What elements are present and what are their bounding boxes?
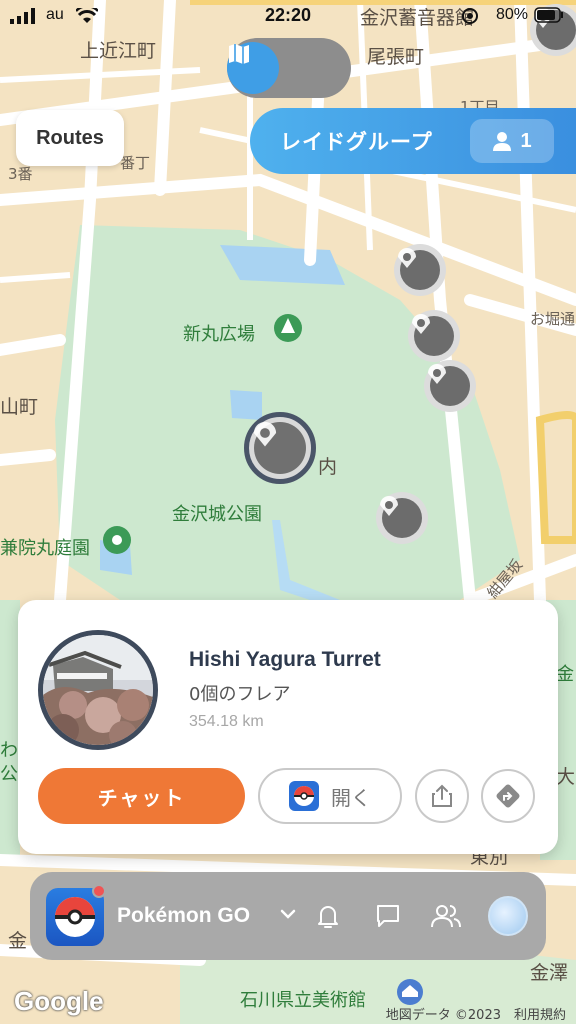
- open-label: 開く: [331, 785, 371, 810]
- map-label: 上近江町: [80, 40, 157, 62]
- gym-icon: [253, 421, 277, 447]
- map-label: 金澤: [530, 962, 569, 984]
- raid-group-button[interactable]: レイドグループ 1: [250, 108, 576, 174]
- person-icon: [493, 132, 512, 151]
- chevron-down-icon[interactable]: [278, 904, 298, 924]
- map-attribution[interactable]: 地図データ ©2023 利用規約: [386, 1004, 566, 1023]
- gym-pin[interactable]: [424, 360, 476, 412]
- gym-pin[interactable]: [408, 310, 460, 362]
- map-label: 金: [556, 664, 574, 685]
- map-icon: [229, 44, 249, 64]
- gym-photo: [38, 630, 158, 750]
- app-screen: 金沢蓄音器館 上近江町 尾張町 1丁目 番丁 3番 新丸広場 お堀通 山町 内 …: [0, 0, 576, 1024]
- gym-distance: 354.18 km: [189, 713, 264, 730]
- gym-icon: [428, 364, 446, 384]
- open-in-game-button[interactable]: 開く: [258, 768, 402, 824]
- map-label: 兼院丸庭園: [0, 538, 90, 559]
- notification-dot: [92, 884, 106, 898]
- location-lock-icon: [462, 8, 478, 24]
- app-name[interactable]: Pokémon GO: [117, 904, 250, 928]
- map-label: 3番: [8, 165, 33, 183]
- map-label: 内: [318, 456, 338, 478]
- flare-count: 0個のフレア: [189, 684, 291, 705]
- gym-pin[interactable]: [376, 492, 428, 544]
- map-view-button[interactable]: [227, 42, 279, 94]
- map-label: 金沢城公園: [172, 504, 262, 525]
- directions-button[interactable]: [481, 769, 535, 823]
- raid-member-count: 1: [470, 119, 554, 163]
- share-icon: [432, 784, 452, 807]
- chat-button[interactable]: チャット: [38, 768, 245, 824]
- messages-button[interactable]: [372, 900, 404, 932]
- map-label: 金: [8, 930, 28, 952]
- battery-icon: [534, 7, 563, 23]
- turret-photo: [43, 635, 153, 745]
- clock: 22:20: [264, 5, 312, 25]
- notifications-button[interactable]: [312, 900, 344, 932]
- map-label: 尾張町: [367, 46, 425, 68]
- gym-title: Hishi Yagura Turret: [189, 648, 381, 671]
- chat-bubble-icon: [377, 905, 399, 927]
- view-toggle: [227, 38, 351, 98]
- friends-button[interactable]: [430, 900, 462, 932]
- people-icon: [431, 905, 461, 928]
- gym-pin-selected[interactable]: [244, 412, 316, 484]
- gym-icon: [412, 314, 430, 334]
- gym-card: Hishi Yagura Turret 0個のフレア 354.18 km チャッ…: [18, 600, 558, 854]
- map-label: わ: [0, 740, 18, 761]
- map-label: 公: [0, 764, 18, 785]
- map-label: 番丁: [120, 154, 151, 172]
- directions-icon: [496, 784, 520, 808]
- gym-icon: [380, 496, 398, 516]
- raid-group-label: レイドグループ: [280, 130, 433, 154]
- raid-count-value: 1: [520, 129, 532, 152]
- bell-icon: [318, 906, 338, 928]
- map-label: 大: [556, 766, 576, 788]
- share-button[interactable]: [415, 769, 469, 823]
- bottom-bar: Pokémon GO: [30, 872, 546, 960]
- map-label: 石川県立美術館: [240, 990, 366, 1011]
- map-label: 新丸広場: [183, 324, 255, 345]
- routes-button[interactable]: Routes: [16, 110, 124, 166]
- gym-icon: [398, 248, 416, 268]
- map-label: 山町: [0, 396, 39, 418]
- pokeball-icon: [55, 897, 95, 937]
- google-logo: Google: [14, 986, 104, 1016]
- pokeball-icon: [289, 781, 319, 811]
- map-label: お堀通: [530, 310, 576, 328]
- avatar[interactable]: [488, 896, 528, 936]
- gym-pin[interactable]: [394, 244, 446, 296]
- battery-percent: 80%: [495, 6, 528, 23]
- status-bar: au 22:20 80%: [0, 0, 576, 30]
